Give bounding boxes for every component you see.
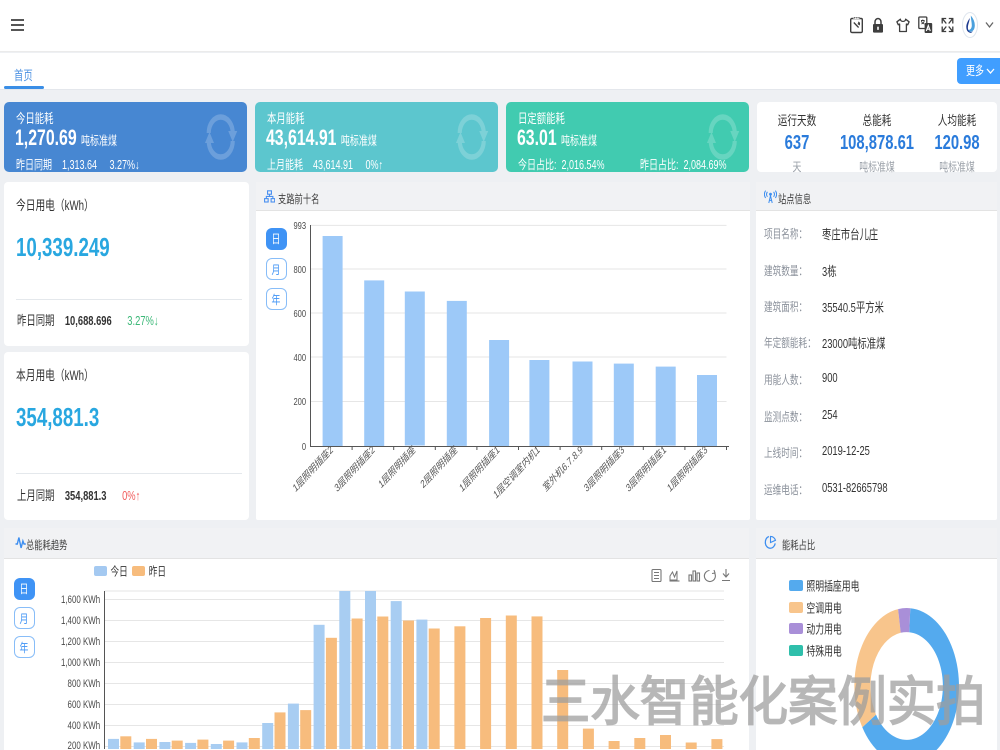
- svg-text:1层照明插座1: 1层照明插座1: [457, 443, 501, 495]
- svg-text:600: 600: [293, 308, 306, 319]
- svg-text:1层照明插座2: 1层照明插座2: [291, 443, 335, 495]
- svg-text:1,000 KWh: 1,000 KWh: [61, 657, 100, 670]
- svg-text:照明插座用电: 照明插座用电: [806, 579, 859, 594]
- svg-text:特殊用电: 特殊用电: [806, 644, 842, 659]
- svg-text:2层照明插座: 2层照明插座: [419, 443, 460, 492]
- svg-text:400: 400: [293, 352, 306, 363]
- svg-text:1,200 KWh: 1,200 KWh: [61, 636, 100, 649]
- svg-text:200 KWh: 200 KWh: [68, 740, 101, 749]
- svg-text:0: 0: [302, 441, 306, 452]
- svg-text:600 KWh: 600 KWh: [68, 699, 101, 712]
- svg-text:400 KWh: 400 KWh: [68, 720, 101, 733]
- svg-text:3层照明插座2: 3层照明插座2: [332, 443, 376, 495]
- svg-text:3层照明插座3: 3层照明插座3: [582, 443, 626, 495]
- svg-text:空调用电: 空调用电: [806, 601, 842, 616]
- svg-text:1,600 KWh: 1,600 KWh: [61, 594, 100, 607]
- svg-text:800: 800: [293, 264, 306, 275]
- svg-text:今日: 今日: [111, 564, 128, 579]
- svg-text:1层照明插座3: 1层照明插座3: [665, 443, 709, 495]
- svg-text:800 KWh: 800 KWh: [68, 678, 101, 691]
- svg-text:993: 993: [293, 220, 306, 231]
- svg-text:1,400 KWh: 1,400 KWh: [61, 615, 100, 628]
- svg-text:200: 200: [293, 396, 306, 407]
- svg-text:3层照明插座1: 3层照明插座1: [624, 443, 668, 495]
- svg-text:1层照明插座: 1层照明插座: [377, 443, 418, 492]
- svg-text:室外机6.7.8.9: 室外机6.7.8.9: [541, 443, 585, 495]
- svg-text:昨日: 昨日: [149, 565, 166, 579]
- svg-text:动力用电: 动力用电: [806, 622, 842, 637]
